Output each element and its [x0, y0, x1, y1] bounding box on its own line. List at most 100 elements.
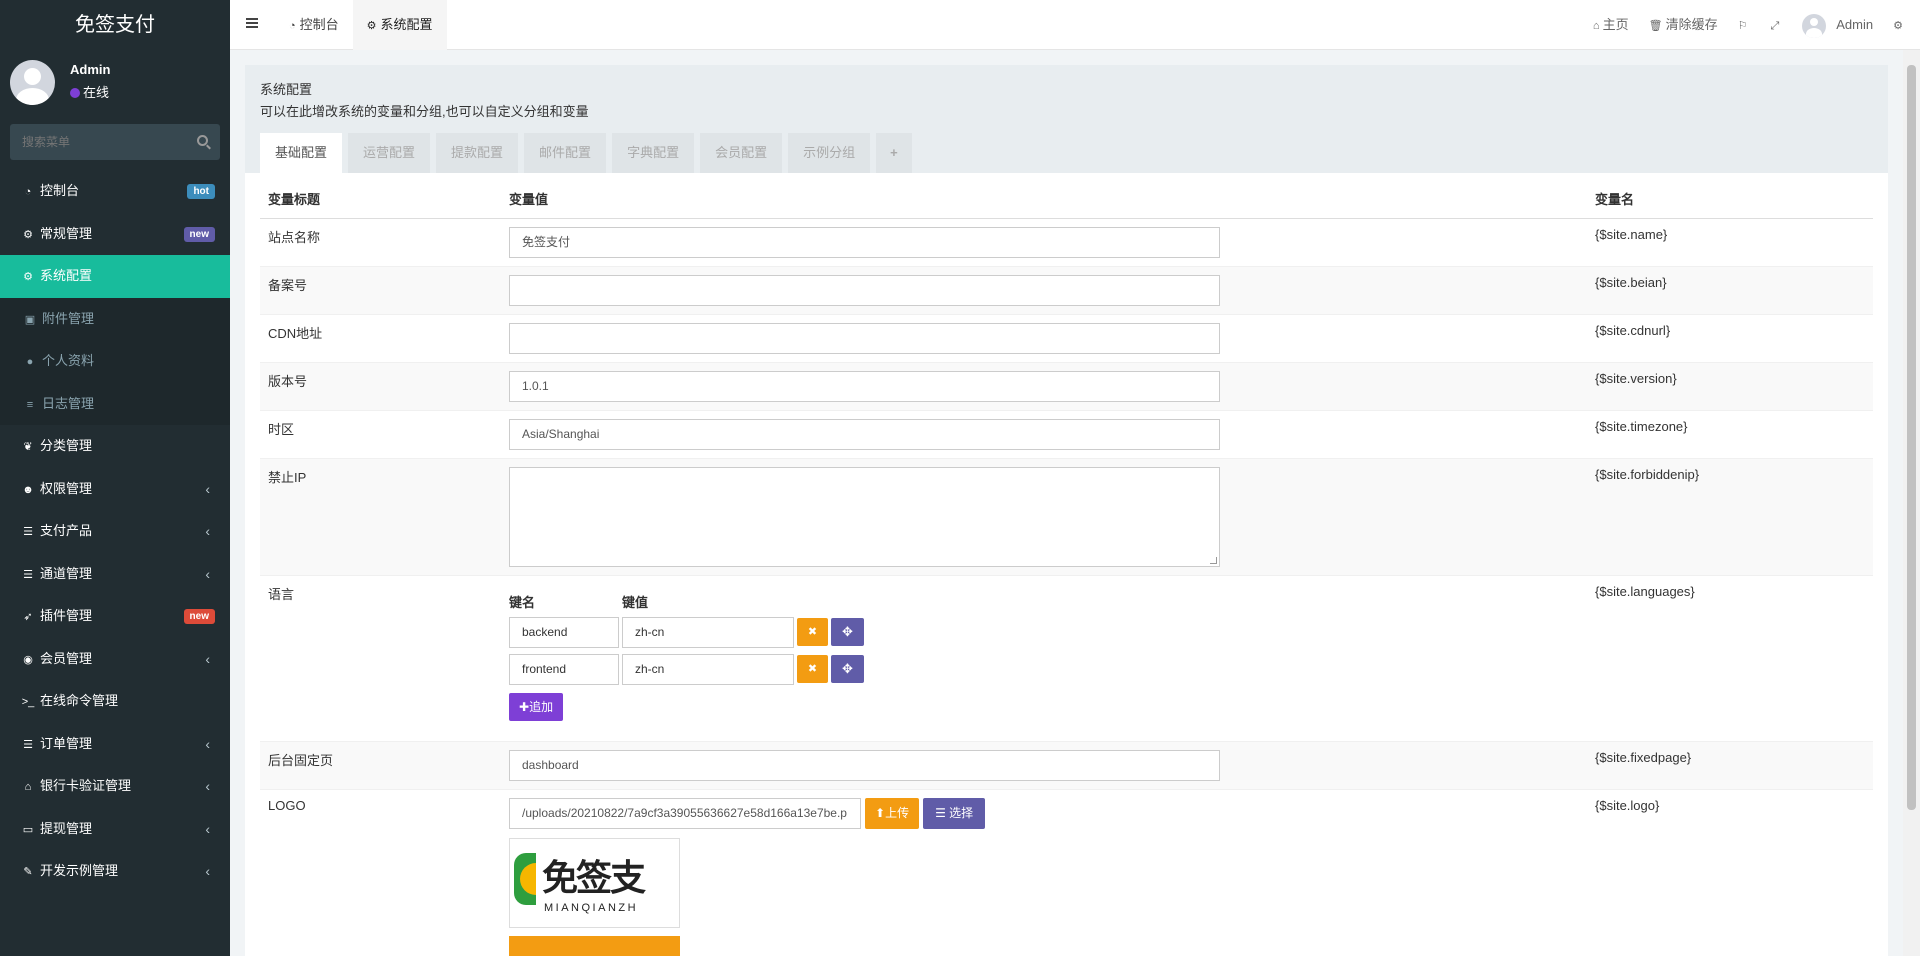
tab-basic[interactable]: 基础配置	[260, 133, 343, 173]
language-icon: ⚐	[1737, 20, 1748, 32]
clear-cache-button[interactable]: 🗑 清除缓存	[1639, 0, 1728, 50]
menu-toggle-icon[interactable]	[246, 18, 258, 28]
sidebar-item-channels[interactable]: ☰ 通道管理 ‹	[0, 553, 230, 596]
sidebar-item-system-config[interactable]: ⚙ 系统配置	[0, 255, 230, 298]
forbidden-ip-textarea[interactable]	[509, 466, 1220, 567]
sidebar-item-dev-examples[interactable]: ✎ 开发示例管理 ‹	[0, 850, 230, 893]
row-var: {$site.languages}	[1587, 574, 1873, 741]
user-menu[interactable]: Admin	[1792, 0, 1883, 50]
kv-row: backend zh-cn ✖ ✥	[509, 616, 1579, 648]
sidebar-item-members[interactable]: ◉ 会员管理 ‹	[0, 638, 230, 681]
sidebar-item-plugins[interactable]: ➶ 插件管理 new	[0, 595, 230, 638]
select-label: 选择	[949, 805, 974, 820]
logo-preview[interactable]: 免签支 MIANQIANZH	[509, 837, 680, 928]
remove-row-button[interactable]: ✖	[797, 655, 828, 683]
sidebar-item-pay-products[interactable]: ☰ 支付产品 ‹	[0, 510, 230, 553]
add-tab-button[interactable]: +	[876, 133, 912, 173]
tab-email[interactable]: 邮件配置	[524, 133, 607, 173]
trash-icon: 🗑	[1648, 20, 1663, 32]
sidebar-item-label: 订单管理	[40, 735, 93, 751]
table-row: 后台固定页 dashboard {$site.fixedpage}	[260, 740, 1873, 789]
menu-search-input[interactable]	[10, 124, 220, 160]
row-title: 时区	[260, 409, 501, 458]
user-icon: ●	[26, 356, 34, 368]
sidebar-item-orders[interactable]: ☰ 订单管理 ‹	[0, 723, 230, 766]
logo-path-input[interactable]: /uploads/20210822/7a9cf3a39055636627e58d…	[509, 797, 861, 829]
header-tabs: ◔ 控制台 ⚙ 系统配置	[275, 0, 447, 50]
tab-operation[interactable]: 运营配置	[348, 133, 431, 173]
row-var: {$site.logo}	[1587, 788, 1873, 956]
sidebar-item-label: 权限管理	[40, 480, 93, 496]
panel-heading: 系统配置 可以在此增改系统的变量和分组,也可以自定义分组和变量 基础配置 运营配…	[245, 65, 1888, 173]
avatar	[10, 60, 55, 105]
row-title: 备案号	[260, 265, 501, 314]
header-value: 变量值	[501, 180, 1587, 219]
sidebar-item-logs[interactable]: ≡ 日志管理	[0, 382, 230, 425]
scrollbar[interactable]	[1903, 50, 1920, 956]
page-description: 可以在此增改系统的变量和分组,也可以自定义分组和变量	[260, 104, 589, 119]
beian-input[interactable]	[509, 274, 1220, 306]
logo-remove-button[interactable]	[509, 935, 680, 956]
upload-button[interactable]: ⬆上传	[865, 797, 920, 829]
tab-dictionary[interactable]: 字典配置	[612, 133, 695, 173]
sidebar-item-commands[interactable]: >_ 在线命令管理	[0, 680, 230, 723]
timezone-input[interactable]: Asia/Shanghai	[509, 418, 1220, 450]
user-menu-label: Admin	[1836, 17, 1874, 32]
settings-button[interactable]: ⚙	[1883, 0, 1920, 50]
language-button[interactable]: ⚐	[1728, 0, 1761, 50]
clear-cache-label: 清除缓存	[1665, 17, 1718, 32]
cdn-url-input[interactable]	[509, 322, 1220, 354]
sidebar-item-auth[interactable]: ☻ 权限管理 ‹	[0, 468, 230, 511]
logo-preview-en: MIANQIANZH	[544, 901, 639, 914]
search-icon[interactable]	[197, 135, 208, 146]
tab-example[interactable]: 示例分组	[788, 133, 871, 173]
tab-withdraw[interactable]: 提款配置	[436, 133, 519, 173]
language-value-input[interactable]: zh-cn	[622, 653, 794, 685]
fullscreen-button[interactable]: ⤢	[1760, 0, 1792, 50]
sidebar-item-category[interactable]: ❦ 分类管理	[0, 425, 230, 468]
tab-system-config[interactable]: ⚙ 系统配置	[352, 0, 447, 50]
version-input[interactable]: 1.0.1	[509, 370, 1220, 402]
tab-dashboard[interactable]: ◔ 控制台	[275, 0, 353, 50]
language-value-input[interactable]: zh-cn	[622, 616, 794, 648]
key-header: 键名	[509, 594, 536, 610]
sidebar-item-label: 提现管理	[40, 820, 93, 836]
site-name-input[interactable]: 免签支付	[509, 226, 1220, 258]
plus-icon: ✚	[519, 699, 530, 714]
sidebar-item-profile[interactable]: ● 个人资料	[0, 340, 230, 383]
app-logo[interactable]: 免签支付	[0, 0, 230, 50]
logo-preview-cn: 免签支	[542, 857, 646, 899]
append-button[interactable]: ✚追加	[509, 692, 564, 721]
sidebar-item-label: 银行卡验证管理	[40, 778, 132, 793]
move-row-button[interactable]: ✥	[831, 618, 864, 646]
language-key-input[interactable]: frontend	[509, 653, 619, 685]
tab-label: 控制台	[299, 17, 339, 32]
remove-row-button[interactable]: ✖	[797, 618, 828, 646]
sidebar-item-label: 在线命令管理	[40, 693, 119, 708]
upload-label: 上传	[885, 805, 910, 820]
top-header: ◔ 控制台 ⚙ 系统配置 ⌂ 主页 🗑 清除缓存 ⚐ ⤢ Admin ⚙	[230, 0, 1920, 50]
tab-member[interactable]: 会员配置	[700, 133, 783, 173]
sidebar-menu: ◔ 控制台 hot ⚙ 常规管理 new ⚙ 系统配置 ▣ 附件管理 ● 个人资料 ≡ 日志管理…	[0, 170, 230, 893]
move-row-button[interactable]: ✥	[831, 655, 864, 683]
sidebar-item-label: 支付产品	[40, 523, 93, 538]
sidebar-item-attachments[interactable]: ▣ 附件管理	[0, 297, 230, 340]
fixed-page-input[interactable]: dashboard	[509, 749, 1220, 781]
sidebar: 免签支付 Admin 在线 ◔ 控制台 hot ⚙ 常规管理 new ⚙ 系统配置 ▣ 附件…	[0, 0, 230, 956]
sidebar-item-general[interactable]: ⚙ 常规管理 new	[0, 213, 230, 256]
header-name: 变量名	[1587, 180, 1873, 219]
table-row: 语言 键名 键值 backend zh-cn ✖ ✥ frontend zh-c	[260, 574, 1873, 741]
online-dot-icon	[70, 88, 80, 98]
sidebar-item-label: 分类管理	[40, 438, 93, 453]
scrollbar-thumb[interactable]	[1907, 65, 1916, 810]
table-row: 站点名称 免签支付 {$site.name}	[260, 217, 1873, 266]
sidebar-item-bank-verify[interactable]: ⌂ 银行卡验证管理 ‹	[0, 765, 230, 808]
home-link[interactable]: ⌂ 主页	[1583, 0, 1639, 50]
language-key-input[interactable]: backend	[509, 616, 619, 648]
sidebar-item-label: 附件管理	[42, 310, 95, 326]
sidebar-item-dashboard[interactable]: ◔ 控制台 hot	[0, 170, 230, 213]
user-circle-icon: ◉	[23, 653, 33, 666]
sidebar-item-withdraw[interactable]: ▭ 提现管理 ‹	[0, 808, 230, 851]
select-button[interactable]: ☰ 选择	[923, 797, 986, 829]
list-icon: ☰	[23, 738, 33, 751]
